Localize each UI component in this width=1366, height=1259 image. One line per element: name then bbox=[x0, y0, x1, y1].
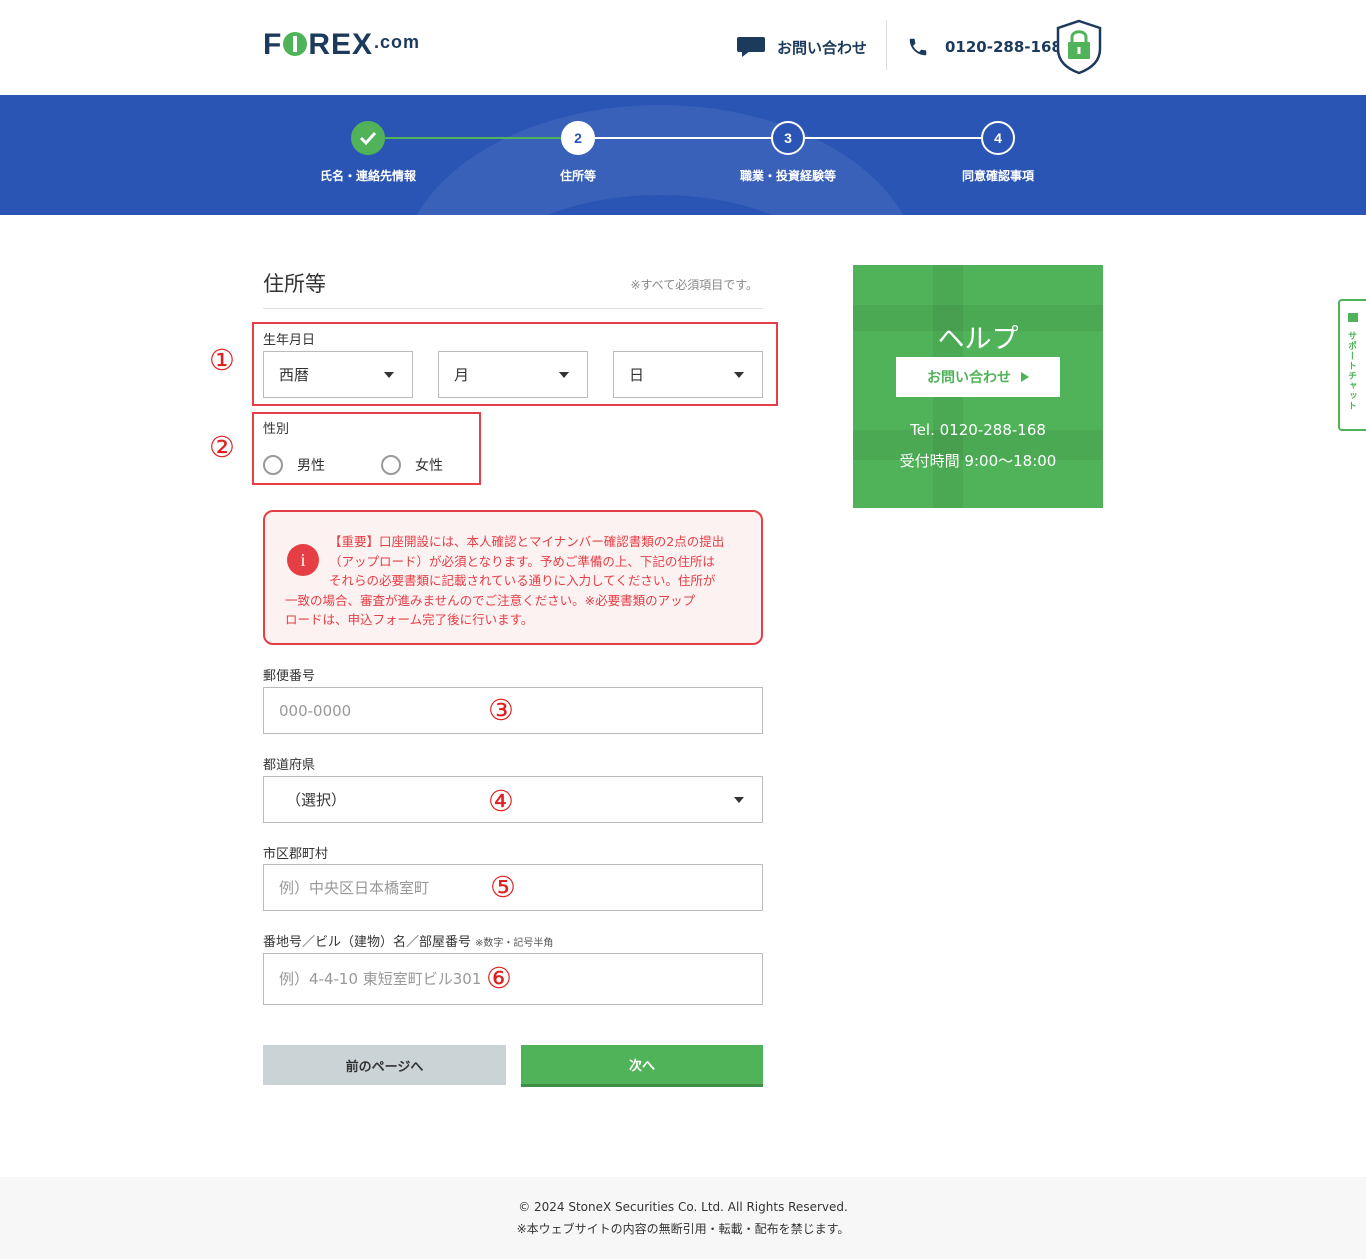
background-decoration bbox=[400, 105, 920, 215]
help-contact-label: お問い合わせ bbox=[927, 369, 1011, 385]
step-1-circle bbox=[351, 121, 385, 155]
postal-label: 郵便番号 bbox=[263, 669, 316, 684]
logo-text-rex: REX bbox=[308, 28, 374, 61]
birth-year-select[interactable]: 西暦 bbox=[263, 351, 413, 398]
step-1-label: 氏名・連絡先情報 bbox=[319, 169, 416, 183]
help-panel: ヘルプ お問い合わせ Tel. 0120-288-168 受付時間 9:00～1… bbox=[853, 265, 1103, 508]
header-phone-link[interactable]: 0120-288-168 bbox=[907, 34, 1062, 60]
step-2-label: 住所等 bbox=[559, 169, 596, 183]
notice-line: （アップロード）が必須となります。予めご準備の上、下記の住所は bbox=[329, 553, 715, 569]
help-tel: Tel. 0120-288-168 bbox=[910, 421, 1046, 439]
logo-o-icon bbox=[283, 32, 308, 56]
chat-bubble-icon bbox=[737, 37, 765, 57]
annotation-5: ⑤ bbox=[490, 870, 516, 904]
annotation-4: ④ bbox=[488, 784, 514, 818]
step-2-circle: 2 bbox=[561, 121, 595, 155]
logo-suffix: .com bbox=[374, 32, 421, 52]
notice-line: それらの必要書類に記載されている通りに入力してください。住所が bbox=[329, 573, 716, 588]
notice-line: ロードは、申込フォーム完了後に行います。 bbox=[285, 612, 534, 627]
progress-band: 2 3 4 氏名・連絡先情報 住所等 職業・投資経験等 同意確認事項 bbox=[0, 95, 1366, 215]
next-button[interactable]: 次へ bbox=[521, 1045, 763, 1087]
gender-option-label: 男性 bbox=[297, 458, 325, 474]
info-icon: i bbox=[287, 544, 319, 576]
step-4-label: 同意確認事項 bbox=[961, 169, 1034, 183]
address-label: 番地号／ビル（建物）名／部屋番号 ※数字・記号半角 bbox=[263, 931, 553, 950]
chevron-down-icon bbox=[384, 372, 394, 378]
site-footer: © 2024 StoneX Securities Co. Ltd. All Ri… bbox=[0, 1177, 1366, 1259]
help-title: ヘルプ bbox=[937, 324, 1019, 355]
important-notice: 【重要】口座開設には、本人確認とマイナンバー確認書類の2点の提出 （アップロード… bbox=[263, 510, 763, 645]
site-header: F REX.com お問い合わせ 0120-288-168 bbox=[0, 0, 1366, 95]
address-input[interactable] bbox=[263, 953, 763, 1005]
step-3-label: 職業・投資経験等 bbox=[739, 169, 836, 183]
prefecture-label: 都道府県 bbox=[263, 758, 316, 773]
support-chat-tab[interactable]: サポートチャット bbox=[1338, 299, 1366, 431]
gender-option-label: 女性 bbox=[415, 458, 443, 474]
title-divider bbox=[263, 308, 763, 309]
shield-lock-icon bbox=[1056, 19, 1102, 75]
notice-line: 一致の場合、審査が進みませんのでご注意ください。※必要書類のアップ bbox=[285, 592, 696, 608]
annotation-1: ① bbox=[209, 343, 235, 377]
check-icon bbox=[359, 131, 377, 146]
gender-radio-female[interactable]: 女性 bbox=[381, 455, 443, 475]
help-contact-button[interactable]: お問い合わせ bbox=[896, 357, 1060, 397]
gender-radio-male[interactable]: 男性 bbox=[263, 455, 325, 475]
header-contact-link[interactable]: お問い合わせ bbox=[737, 34, 867, 60]
help-hours: 受付時間 9:00～18:00 bbox=[899, 452, 1057, 470]
notice-text: 【重要】口座開設には、本人確認とマイナンバー確認書類の2点の提出 （アップロード… bbox=[285, 532, 745, 630]
gender-label: 性別 bbox=[263, 422, 290, 437]
step-4-circle: 4 bbox=[981, 121, 1015, 155]
chat-icon bbox=[1348, 313, 1358, 322]
back-button[interactable]: 前のページへ bbox=[263, 1045, 506, 1085]
forex-logo[interactable]: F REX.com bbox=[263, 28, 420, 62]
address-label-text: 番地号／ビル（建物）名／部屋番号 bbox=[263, 935, 472, 950]
logo-text-f: F bbox=[263, 28, 283, 61]
header-phone-number: 0120-288-168 bbox=[945, 38, 1062, 56]
required-note: ※すべて必須項目です。 bbox=[630, 278, 758, 292]
phone-icon bbox=[909, 38, 927, 56]
notice-line: 【重要】口座開設には、本人確認とマイナンバー確認書類の2点の提出 bbox=[329, 534, 725, 549]
step-3-circle: 3 bbox=[771, 121, 805, 155]
prefecture-value: （選択） bbox=[286, 791, 347, 809]
arrow-right-icon bbox=[1021, 372, 1029, 382]
support-chat-label: サポートチャット bbox=[1346, 331, 1356, 411]
address-note: ※数字・記号半角 bbox=[475, 938, 554, 949]
radio-circle-icon bbox=[381, 455, 401, 475]
chevron-down-icon bbox=[734, 797, 744, 803]
header-divider bbox=[886, 20, 887, 70]
birthdate-label: 生年月日 bbox=[263, 333, 316, 348]
birth-day-select[interactable]: 日 bbox=[613, 351, 763, 398]
birth-year-value: 西暦 bbox=[279, 366, 310, 384]
footer-note: ※本ウェブサイトの内容の無断引用・転載・配布を禁じます。 bbox=[516, 1222, 850, 1236]
birth-day-value: 日 bbox=[629, 366, 645, 384]
section-title: 住所等 bbox=[263, 272, 326, 296]
footer-copyright: © 2024 StoneX Securities Co. Ltd. All Ri… bbox=[518, 1200, 848, 1214]
radio-circle-icon bbox=[263, 455, 283, 475]
birth-month-select[interactable]: 月 bbox=[438, 351, 588, 398]
annotation-3: ③ bbox=[488, 693, 514, 727]
city-label: 市区郡町村 bbox=[263, 847, 329, 862]
step-connector-1 bbox=[385, 137, 563, 139]
annotation-2: ② bbox=[209, 430, 235, 464]
chevron-down-icon bbox=[734, 372, 744, 378]
step-connector-2 bbox=[595, 137, 773, 139]
step-connector-3 bbox=[805, 137, 983, 139]
annotation-6: ⑥ bbox=[486, 961, 512, 995]
birth-month-value: 月 bbox=[454, 366, 470, 384]
chevron-down-icon bbox=[559, 372, 569, 378]
header-contact-label: お問い合わせ bbox=[777, 38, 868, 57]
